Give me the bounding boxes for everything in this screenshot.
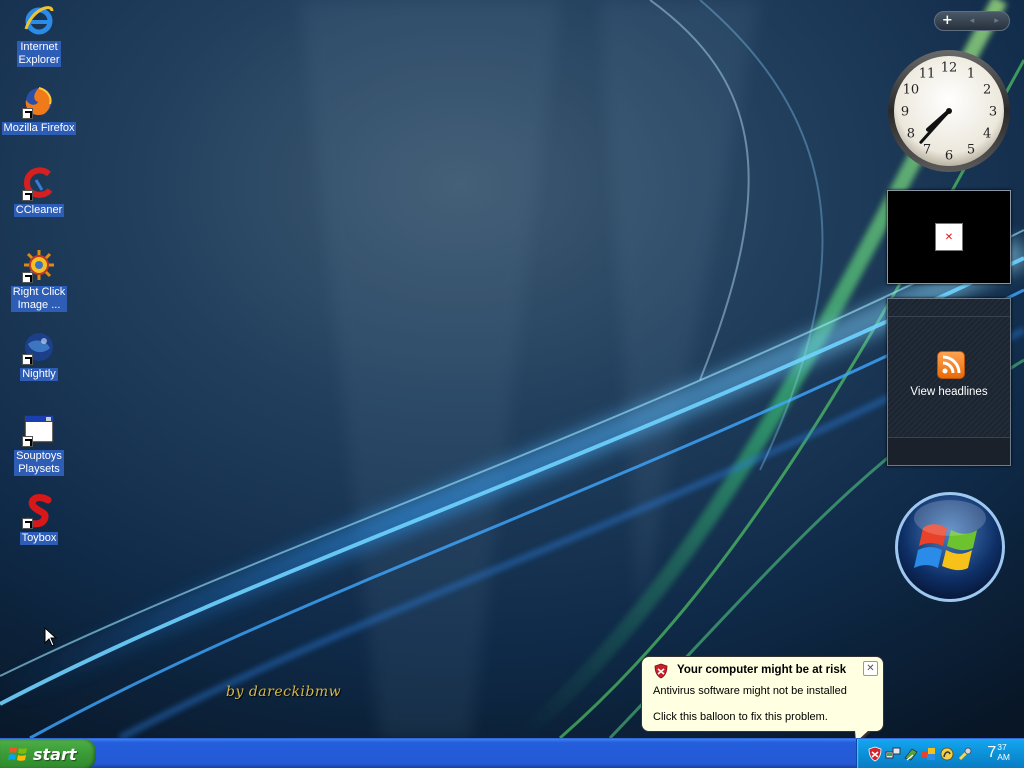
desktop-wallpaper: by dareckibmw [0,0,1024,738]
windows-orb-icon [895,492,1005,602]
shortcut-arrow-icon [22,272,33,283]
shortcut-arrow-icon [22,518,33,529]
balloon-close-button[interactable]: ✕ [863,661,878,676]
feed-headlines-gadget[interactable]: View headlines [887,298,1011,466]
shortcut-arrow-icon [22,108,33,119]
desktop-icon-label: Internet Explorer [16,41,62,67]
system-tray: 7 37 AM [856,739,1024,768]
mouse-pointer-icon [44,627,58,647]
desktop-icon-label: Mozilla Firefox [1,122,77,135]
view-headlines-link[interactable]: View headlines [888,386,1010,398]
shortcut-arrow-icon [22,436,33,447]
desktop-icon-right-click-image[interactable]: Right Click Image ... [1,248,77,312]
clock-gadget[interactable]: 12 12 3 45678 9 10 11 [886,48,1012,174]
clock-numeral: 11 [919,66,936,81]
wallpaper-signature: by dareckibmw [226,684,342,700]
clock-numeral: 9 [901,105,909,120]
clock-numeral: 2 [983,83,991,98]
add-gadget-button[interactable]: + [935,12,960,30]
souptoys-icon [22,412,56,447]
shortcut-arrow-icon [22,354,33,365]
clock-pin [946,108,952,114]
feeds-header [888,299,1010,317]
clock-numeral: 10 [903,83,920,98]
desktop-icon-ccleaner[interactable]: CCleaner [1,166,77,217]
previous-page-button[interactable]: ◂ [960,12,985,30]
taskbar-clock[interactable]: 7 37 AM [987,742,1010,764]
balloon-message: Antivirus software might not be installe… [653,685,847,697]
desktop-icon-mozilla-firefox[interactable]: Mozilla Firefox [1,84,77,135]
security-shield-icon [654,663,668,679]
clock-minutes: 37 [997,742,1007,752]
security-alert-balloon[interactable]: Your computer might be at risk ✕ Antivir… [641,656,884,745]
firefox-icon [22,84,56,119]
start-button[interactable]: start [0,739,96,768]
right-click-image-icon [22,248,56,283]
desktop-icon-nightly[interactable]: Nightly [1,330,77,381]
clock-numeral: 3 [989,105,997,120]
tools-tray-icon[interactable] [957,746,973,762]
update-tray-icon[interactable] [939,746,955,762]
desktop-icon-souptoys-playsets[interactable]: Souptoys Playsets [1,412,77,476]
desktop-icon-toybox[interactable]: Toybox [1,494,77,545]
ccleaner-icon [22,166,56,201]
sidebar-tray-icon[interactable] [921,746,937,762]
slideshow-gadget[interactable]: ✕ [887,190,1011,284]
clock-numeral: 1 [967,66,975,81]
clock-hour: 7 [987,744,997,761]
desktop-icon-label: Nightly [20,368,58,381]
balloon-action-text: Click this balloon to fix this problem. [653,711,828,723]
network-tray-icon[interactable] [885,746,901,762]
broken-image-icon: ✕ [935,223,963,251]
clock-numeral: 8 [907,127,915,142]
clock-numeral: 5 [967,143,975,158]
desktop-icon-label: Right Click Image ... [10,286,68,312]
feeds-footer [888,437,1010,465]
desktop-icon-label: CCleaner [13,204,65,217]
safely-remove-hardware-tray-icon[interactable] [903,746,919,762]
start-label: start [33,744,77,764]
desktop-icon-label: Toybox [19,532,59,545]
shortcut-arrow-icon [22,190,33,201]
clock-numeral: 7 [923,143,931,158]
next-page-button[interactable]: ▸ [984,12,1009,30]
clock-numeral: 6 [945,149,953,164]
sidebar-controls: + ◂ ▸ [934,11,1010,31]
toybox-icon [22,494,56,529]
clock-ampm: AM [997,752,1010,762]
balloon-title: Your computer might be at risk [677,664,847,676]
rss-feed-icon [937,351,965,379]
nightly-icon [22,330,56,365]
internet-explorer-icon [22,3,56,37]
desktop-icon-label: Souptoys Playsets [14,450,64,476]
taskbar: start 7 37 AM [0,738,1024,768]
desktop-icon-internet-explorer[interactable]: Internet Explorer [1,3,77,67]
clock-numeral: 4 [983,127,991,142]
windows-flag-icon [8,747,27,761]
clock-numeral: 12 [941,61,958,76]
security-center-tray-icon[interactable] [867,746,883,762]
